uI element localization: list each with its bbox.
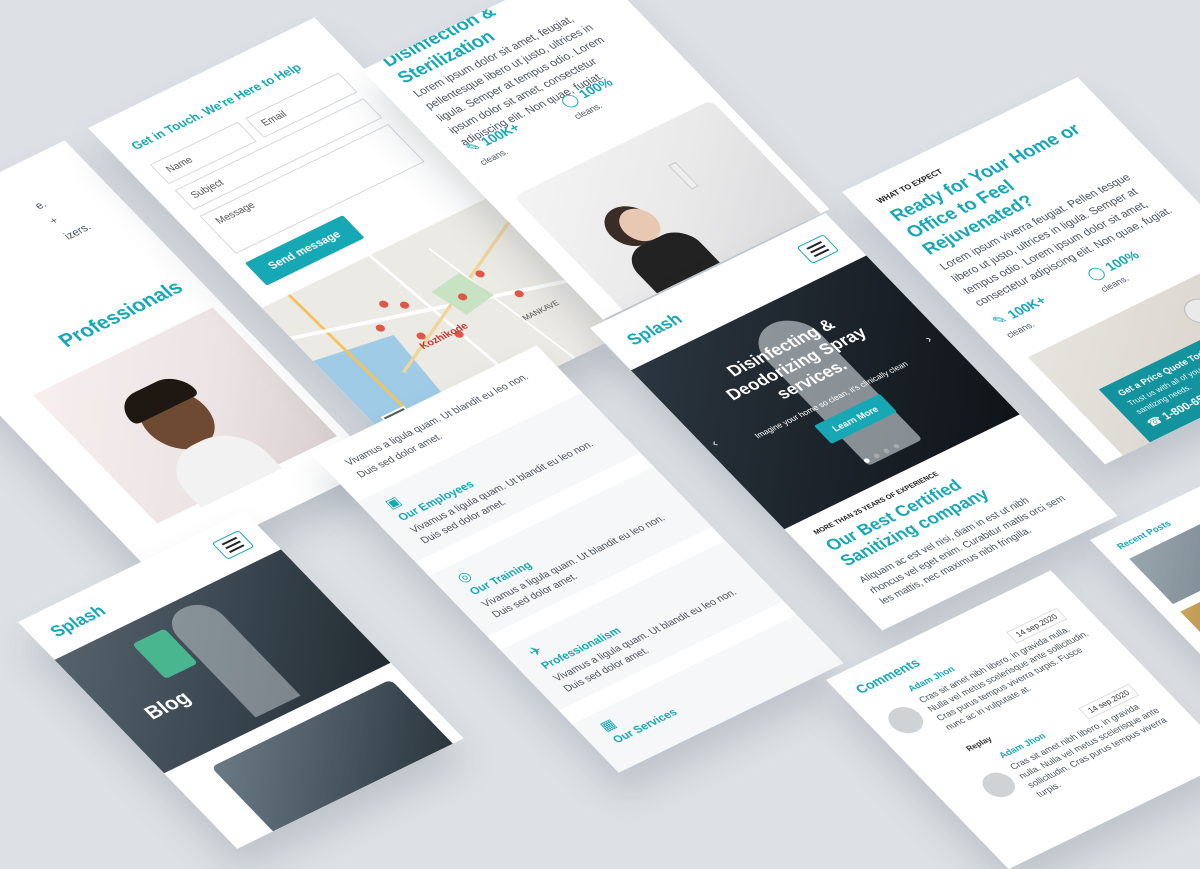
hero-logo[interactable]: Splash xyxy=(623,310,688,350)
blog-logo[interactable]: Splash xyxy=(46,602,111,642)
reply-link[interactable]: Replay xyxy=(964,735,994,753)
hamburger-menu-icon[interactable] xyxy=(211,530,255,560)
building-icon: ▦ xyxy=(595,715,620,734)
slider-prev-icon[interactable]: ‹ xyxy=(707,437,721,449)
snippet-line-3: izers. xyxy=(61,221,95,243)
plane-icon: ✈ xyxy=(524,642,547,660)
slider-next-icon[interactable]: › xyxy=(921,333,935,345)
lifebuoy-icon: ◎ xyxy=(452,567,476,586)
hamburger-menu-icon[interactable] xyxy=(796,234,840,265)
blog-screen: Splash Blog xyxy=(18,511,464,849)
avatar xyxy=(881,702,931,739)
avatar xyxy=(975,768,1022,802)
snippet-line-1: e. xyxy=(32,198,50,212)
briefcase-icon: ▣ xyxy=(381,493,405,512)
snippet-line-2: + xyxy=(47,215,62,228)
blog-title: Blog xyxy=(139,687,196,724)
